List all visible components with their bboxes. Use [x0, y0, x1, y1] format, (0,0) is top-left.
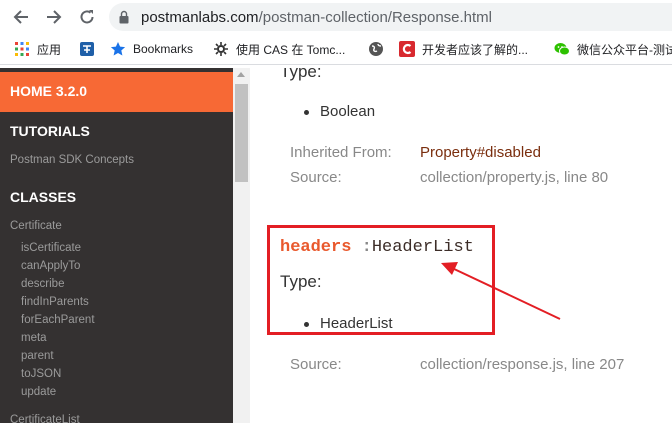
bookmark-csdn[interactable]: 开发者应该了解的...	[399, 39, 528, 59]
bookmark-app-icon	[79, 41, 95, 57]
tutorials-heading: TUTORIALS	[10, 123, 90, 139]
bookmark-globe[interactable]	[368, 39, 391, 59]
reload-icon[interactable]	[74, 4, 100, 30]
bookmark-label: 开发者应该了解的...	[422, 42, 529, 57]
class-link-certificatelist[interactable]: CertificateList	[10, 414, 80, 423]
bookmark-wechat[interactable]: 微信公众平台-测试	[554, 39, 672, 59]
bookmark-label: 应用	[37, 42, 62, 57]
member-link[interactable]: canApplyTo	[21, 260, 80, 272]
prev-type-heading: Type:	[280, 68, 322, 81]
member-link[interactable]: meta	[21, 332, 47, 344]
member-link[interactable]: describe	[21, 278, 64, 290]
bullet	[304, 110, 309, 115]
member-link[interactable]: toJSON	[21, 368, 61, 380]
prev-type-value: Boolean	[320, 103, 376, 120]
home-link[interactable]: HOME 3.2.0	[0, 72, 233, 112]
inherited-label: Inherited From:	[290, 144, 392, 161]
lock-icon	[119, 10, 129, 24]
sidebar-scrollbar[interactable]	[233, 68, 250, 423]
classes-heading: CLASSES	[10, 189, 77, 205]
scroll-up-arrow-icon[interactable]	[237, 72, 245, 77]
sidebar-nav: HOME 3.2.0 TUTORIALS Postman SDK Concept…	[0, 68, 233, 423]
bookmark-apps[interactable]: 应用	[14, 39, 61, 59]
bookmark-label: Bookmarks	[133, 42, 194, 56]
member-link[interactable]: update	[21, 386, 56, 398]
wechat-icon	[554, 41, 570, 57]
bookmark-label: 微信公众平台-测试	[577, 42, 672, 57]
bookmark-label: 使用 CAS 在 Tomc...	[236, 42, 346, 57]
source-link[interactable]: collection/response.js, line 207	[420, 356, 624, 373]
inherited-link[interactable]: Property#disabled	[420, 144, 541, 161]
member-link[interactable]: parent	[21, 350, 54, 362]
home-label: HOME 3.2.0	[10, 83, 88, 99]
forward-arrow-icon[interactable]	[41, 4, 67, 30]
back-arrow-icon[interactable]	[8, 4, 34, 30]
globe-icon	[368, 41, 384, 57]
source-label: Source:	[290, 169, 342, 186]
class-link-certificate[interactable]: Certificate	[10, 220, 62, 232]
apps-grid-icon	[14, 41, 30, 57]
source-label: Source:	[290, 356, 342, 373]
tutorial-link[interactable]: Postman SDK Concepts	[10, 154, 134, 166]
bookmark-app[interactable]	[79, 39, 102, 59]
member-link[interactable]: findInParents	[21, 296, 89, 308]
member-link[interactable]: isCertificate	[21, 242, 81, 254]
browser-toolbar: postmanlabs.com/postman-collection/Respo…	[0, 0, 672, 34]
url-text: postmanlabs.com/postman-collection/Respo…	[141, 9, 493, 26]
scroll-thumb[interactable]	[235, 84, 248, 182]
cas-icon	[213, 41, 229, 57]
member-link[interactable]: forEachParent	[21, 314, 95, 326]
highlight-box	[267, 225, 495, 335]
star-icon	[110, 41, 126, 57]
bookmarks-bar: 应用 Bookmarks 使用 CAS 在 Tomc... 开发者应该了解的..…	[0, 34, 672, 65]
source-link[interactable]: collection/property.js, line 80	[420, 169, 608, 186]
bookmark-cas[interactable]: 使用 CAS 在 Tomc...	[213, 39, 345, 59]
csdn-icon	[399, 41, 415, 57]
address-bar[interactable]: postmanlabs.com/postman-collection/Respo…	[109, 3, 672, 31]
bookmark-bookmarks[interactable]: Bookmarks	[110, 39, 193, 59]
